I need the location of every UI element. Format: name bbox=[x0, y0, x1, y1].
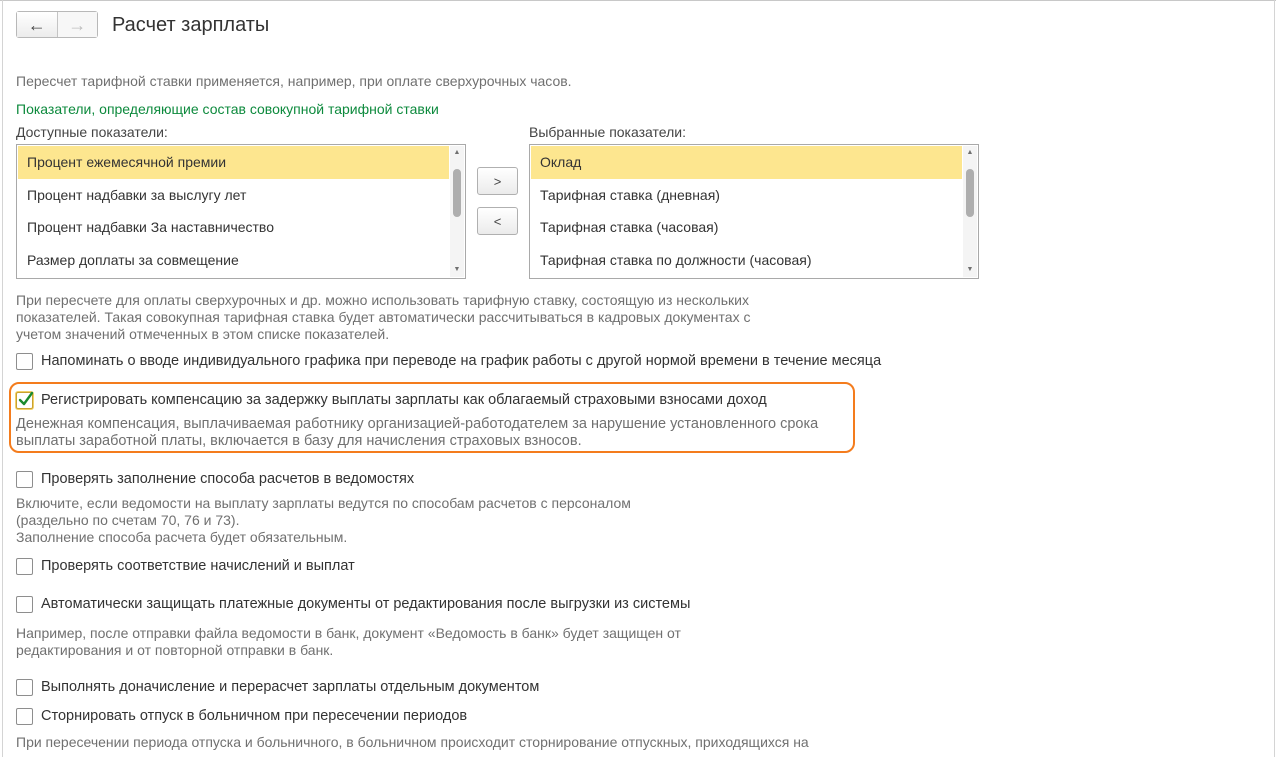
option-protect-documents[interactable]: Автоматически защищать платежные докумен… bbox=[16, 594, 690, 614]
list-item[interactable]: Оклад bbox=[531, 146, 962, 179]
scroll-up-icon[interactable]: ▲ bbox=[450, 147, 464, 159]
list-item[interactable]: Тарифная ставка (часовая) bbox=[531, 211, 962, 244]
list-item[interactable]: Процент ежемесячной премии bbox=[18, 146, 449, 179]
check-accruals-checkbox[interactable] bbox=[16, 557, 33, 575]
selected-indicators-list[interactable]: Оклад Тарифная ставка (дневная) Тарифная… bbox=[529, 144, 979, 279]
register-compensation-checkbox[interactable] bbox=[16, 391, 34, 409]
forward-button[interactable]: → bbox=[57, 12, 97, 37]
option-separate-recalc[interactable]: Выполнять доначисление и перерасчет зарп… bbox=[16, 677, 539, 697]
list-item[interactable]: Размер доплаты за совмещение bbox=[18, 244, 449, 277]
selected-indicators-label: Выбранные показатели: bbox=[529, 124, 686, 140]
indicators-section-title: Показатели, определяющие состав совокупн… bbox=[16, 101, 439, 117]
option-storno-vacation[interactable]: Сторнировать отпуск в больничном при пер… bbox=[16, 706, 467, 726]
scrollbar-thumb[interactable] bbox=[453, 169, 461, 217]
option-remind-schedule[interactable]: Напоминать о вводе индивидуального графи… bbox=[16, 351, 881, 371]
payment-method-hint: Включите, если ведомости на выплату зарп… bbox=[16, 495, 631, 545]
scroll-down-icon[interactable]: ▼ bbox=[450, 264, 464, 276]
separate-recalc-checkbox[interactable] bbox=[16, 678, 33, 696]
page-title: Расчет зарплаты bbox=[112, 14, 270, 36]
list-item[interactable]: Тарифная ставка по должности (часовая) bbox=[531, 244, 962, 277]
remind-schedule-label[interactable]: Напоминать о вводе индивидуального графи… bbox=[41, 353, 881, 369]
protect-hint: Например, после отправки файла ведомости… bbox=[16, 625, 681, 658]
compensation-hint: Денежная компенсация, выплачиваемая рабо… bbox=[16, 416, 819, 449]
list-item[interactable]: Процент надбавки За наставничество bbox=[18, 211, 449, 244]
available-indicators-label: Доступные показатели: bbox=[16, 124, 168, 140]
checkmark-icon bbox=[18, 391, 34, 405]
check-accruals-label[interactable]: Проверять соответствие начислений и выпл… bbox=[41, 558, 355, 574]
check-payment-method-label[interactable]: Проверять заполнение способа расчетов в … bbox=[41, 471, 414, 487]
check-payment-method-checkbox[interactable] bbox=[16, 470, 33, 488]
selected-list-scrollbar[interactable]: ▲ ▼ bbox=[963, 146, 977, 277]
arrow-left-icon: ← bbox=[27, 14, 46, 35]
list-item[interactable]: Процент надбавки за выслугу лет bbox=[18, 179, 449, 212]
available-indicators-list[interactable]: Процент ежемесячной премии Процент надба… bbox=[16, 144, 466, 279]
window-top-border bbox=[0, 0, 1276, 1]
navigation-buttons: ← → bbox=[16, 11, 98, 38]
scroll-up-icon[interactable]: ▲ bbox=[963, 147, 977, 159]
remove-indicator-button[interactable]: < bbox=[477, 207, 518, 235]
recalc-note: Пересчет тарифной ставки применяется, на… bbox=[16, 73, 572, 89]
scroll-down-icon[interactable]: ▼ bbox=[963, 264, 977, 276]
protect-documents-label[interactable]: Автоматически защищать платежные докумен… bbox=[41, 596, 690, 612]
option-check-accruals[interactable]: Проверять соответствие начислений и выпл… bbox=[16, 556, 355, 576]
option-register-compensation[interactable]: Регистрировать компенсацию за задержку в… bbox=[16, 390, 767, 410]
option-check-payment-method[interactable]: Проверять заполнение способа расчетов в … bbox=[16, 469, 414, 489]
list-item[interactable]: Тарифная ставка (дневная) bbox=[531, 179, 962, 212]
separate-recalc-label[interactable]: Выполнять доначисление и перерасчет зарп… bbox=[41, 679, 539, 695]
add-indicator-button[interactable]: > bbox=[477, 167, 518, 195]
storno-hint: При пересечении периода отпуска и больни… bbox=[16, 734, 809, 750]
remind-schedule-checkbox[interactable] bbox=[16, 352, 33, 370]
scrollbar-thumb[interactable] bbox=[966, 169, 974, 217]
window-right-border bbox=[1274, 0, 1275, 757]
register-compensation-label[interactable]: Регистрировать компенсацию за задержку в… bbox=[41, 392, 767, 408]
composite-rate-note: При пересчете для оплаты сверхурочных и … bbox=[16, 292, 751, 342]
protect-documents-checkbox[interactable] bbox=[16, 595, 33, 613]
window-left-border bbox=[2, 0, 3, 757]
arrow-right-icon: → bbox=[68, 14, 87, 35]
storno-vacation-checkbox[interactable] bbox=[16, 707, 33, 725]
storno-vacation-label[interactable]: Сторнировать отпуск в больничном при пер… bbox=[41, 708, 467, 724]
available-list-scrollbar[interactable]: ▲ ▼ bbox=[450, 146, 464, 277]
back-button[interactable]: ← bbox=[17, 12, 58, 37]
